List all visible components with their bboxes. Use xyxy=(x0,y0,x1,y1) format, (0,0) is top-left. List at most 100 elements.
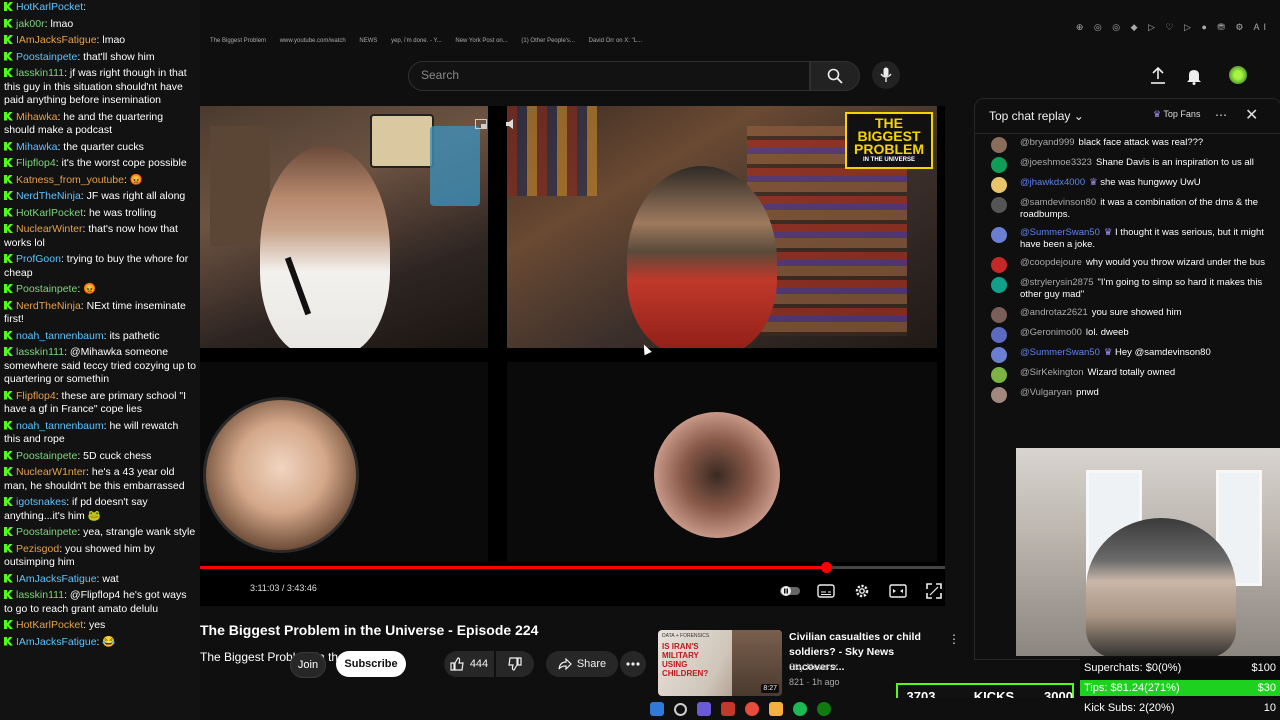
chat-author[interactable]: @Vulgaryan xyxy=(1020,387,1072,398)
theater-mode-button[interactable] xyxy=(887,582,909,600)
chat-avatar[interactable] xyxy=(991,307,1007,323)
autoplay-toggle[interactable] xyxy=(779,582,801,600)
chat-username[interactable]: lasskin111 xyxy=(16,589,64,601)
chat-username[interactable]: Poostainpete xyxy=(16,526,77,538)
dislike-button[interactable] xyxy=(496,651,534,677)
chat-username[interactable]: HotKarlPocket xyxy=(16,619,83,631)
folder-icon[interactable] xyxy=(768,702,783,716)
kick-badge-icon xyxy=(4,254,13,263)
chat-avatar[interactable] xyxy=(991,137,1007,153)
chat-avatar[interactable] xyxy=(991,327,1007,343)
account-avatar[interactable] xyxy=(1229,66,1247,84)
bookmark-item[interactable]: NEWS xyxy=(359,38,377,44)
chat-avatar[interactable] xyxy=(991,387,1007,403)
chat-username[interactable]: IAmJacksFatigue xyxy=(16,636,97,648)
top-fans-button[interactable]: ♛ Top Fans xyxy=(1153,109,1200,120)
chat-avatar[interactable] xyxy=(991,277,1007,293)
share-button[interactable]: Share xyxy=(546,651,618,677)
speaker-icon xyxy=(506,116,516,129)
chat-message: IAmJacksFatigue: 😂 xyxy=(0,635,200,652)
chat-author[interactable]: @androtaz2621 xyxy=(1020,307,1088,318)
pip-icon[interactable] xyxy=(475,116,489,129)
subscribe-button[interactable]: Subscribe xyxy=(336,651,406,677)
bookmark-item[interactable]: David Orr on X: "L... xyxy=(589,38,642,44)
captions-button[interactable] xyxy=(815,582,837,600)
chat-username[interactable]: Poostainpete xyxy=(16,51,77,63)
chat-message-list: @bryand999 black face attack was real??? @… xyxy=(975,134,1280,404)
chat-avatar[interactable] xyxy=(991,257,1007,273)
chat-avatar[interactable] xyxy=(991,227,1007,243)
chat-username[interactable]: noah_tannenbaum xyxy=(16,330,104,342)
related-menu-button[interactable]: ⋮ xyxy=(948,632,960,646)
chat-username[interactable]: Flipflop4 xyxy=(16,157,56,169)
fullscreen-button[interactable] xyxy=(923,582,945,600)
chat-mode-dropdown[interactable]: Top chat replay ⌄ xyxy=(989,109,1084,123)
chat-username[interactable]: IAmJacksFatigue xyxy=(16,34,97,46)
bookmark-item[interactable]: (1) Other People's... xyxy=(521,38,575,44)
chat-username[interactable]: NerdTheNinja xyxy=(16,190,81,202)
chat-avatar[interactable] xyxy=(991,157,1007,173)
spotify-icon[interactable] xyxy=(792,702,807,716)
join-button[interactable]: Join xyxy=(290,652,326,678)
video-player[interactable]: THE BIGGEST PROBLEM IN THE UNIVERSE 3:11… xyxy=(200,106,945,606)
chat-author[interactable]: @SummerSwan50 xyxy=(1020,347,1100,358)
chat-username[interactable]: NerdTheNinja xyxy=(16,300,81,312)
obs-icon[interactable] xyxy=(720,702,735,716)
extension-icons[interactable]: ⊕ ◎ ◎ ◆ ▷ ♡ ▷ ● ⛃ ⚙ AI xyxy=(1076,22,1270,33)
chat-avatar[interactable] xyxy=(991,197,1007,213)
chat-username[interactable]: Poostainpete xyxy=(16,283,77,295)
chat-username[interactable]: lasskin111 xyxy=(16,346,64,358)
chat-author[interactable]: @joeshmoe3323 xyxy=(1020,157,1092,168)
chat-username[interactable]: noah_tannenbaum xyxy=(16,420,104,432)
bookmark-item[interactable]: yep, i'm done. - Y... xyxy=(391,38,442,44)
chat-author[interactable]: @coopdejoure xyxy=(1020,257,1082,268)
chat-author[interactable]: @bryand999 xyxy=(1020,137,1075,148)
close-icon[interactable]: ✕ xyxy=(1245,105,1258,125)
xbox-icon[interactable] xyxy=(816,702,831,716)
chat-username[interactable]: lasskin111 xyxy=(16,67,64,79)
chat-username[interactable]: HotKarlPocket xyxy=(16,1,83,13)
windows-start-icon[interactable] xyxy=(649,702,664,716)
upload-button[interactable] xyxy=(1146,64,1170,88)
chat-username[interactable]: Mihawka xyxy=(16,141,57,153)
chat-author[interactable]: @jhawkdx4000 xyxy=(1020,177,1085,188)
chat-username[interactable]: IAmJacksFatigue xyxy=(16,573,97,585)
chat-author[interactable]: @SummerSwan50 xyxy=(1020,227,1100,238)
settings-button[interactable] xyxy=(851,582,873,600)
chat-username[interactable]: Poostainpete xyxy=(16,450,77,462)
chat-author[interactable]: @SirKekington xyxy=(1020,367,1084,378)
browser-icon[interactable] xyxy=(744,702,759,716)
scrubber-handle[interactable] xyxy=(820,562,832,573)
chat-avatar[interactable] xyxy=(991,367,1007,383)
chat-username[interactable]: Pezisgod xyxy=(16,543,59,555)
like-button[interactable]: 444 xyxy=(444,651,494,677)
chat-username[interactable]: Mihawka xyxy=(16,111,57,123)
chat-message: IAmJacksFatigue: lmao xyxy=(0,33,200,50)
chat-avatar[interactable] xyxy=(991,177,1007,193)
more-actions-button[interactable] xyxy=(620,651,646,677)
progress-bar[interactable] xyxy=(200,562,945,573)
chat-username[interactable]: NuclearWinter xyxy=(16,223,83,235)
voice-search-button[interactable] xyxy=(872,61,900,89)
chat-username[interactable]: ProfGoon xyxy=(16,253,61,265)
chat-author[interactable]: @strylerysin2875 xyxy=(1020,277,1094,288)
chat-username[interactable]: NuclearW1nter xyxy=(16,466,86,478)
chat-username[interactable]: Flipflop4 xyxy=(16,390,56,402)
search-icon[interactable] xyxy=(673,702,687,716)
bookmark-item[interactable]: New York Post on... xyxy=(455,38,507,44)
chat-avatar[interactable] xyxy=(991,347,1007,363)
chat-username[interactable]: igotsnakes xyxy=(16,496,66,508)
chat-menu-icon[interactable]: ⋯ xyxy=(1215,108,1227,122)
chat-username[interactable]: HotKarlPocket xyxy=(16,207,83,219)
related-thumbnail[interactable]: DATA + FORENSICS IS IRAN'S MILITARY USIN… xyxy=(658,630,782,696)
bookmark-item[interactable]: The Biggest Problem xyxy=(210,38,266,44)
discord-icon[interactable] xyxy=(696,702,711,716)
bookmark-item[interactable]: www.youtube.com/watch xyxy=(280,38,346,44)
chat-username[interactable]: Katness_from_youtube xyxy=(16,174,124,186)
chat-username[interactable]: jak00r xyxy=(16,18,45,30)
chat-author[interactable]: @Geronimo00 xyxy=(1020,327,1082,338)
notifications-button[interactable] xyxy=(1182,64,1206,88)
search-button[interactable] xyxy=(810,61,860,91)
search-input[interactable]: Search xyxy=(408,61,810,91)
chat-author[interactable]: @samdevinson80 xyxy=(1020,197,1096,208)
